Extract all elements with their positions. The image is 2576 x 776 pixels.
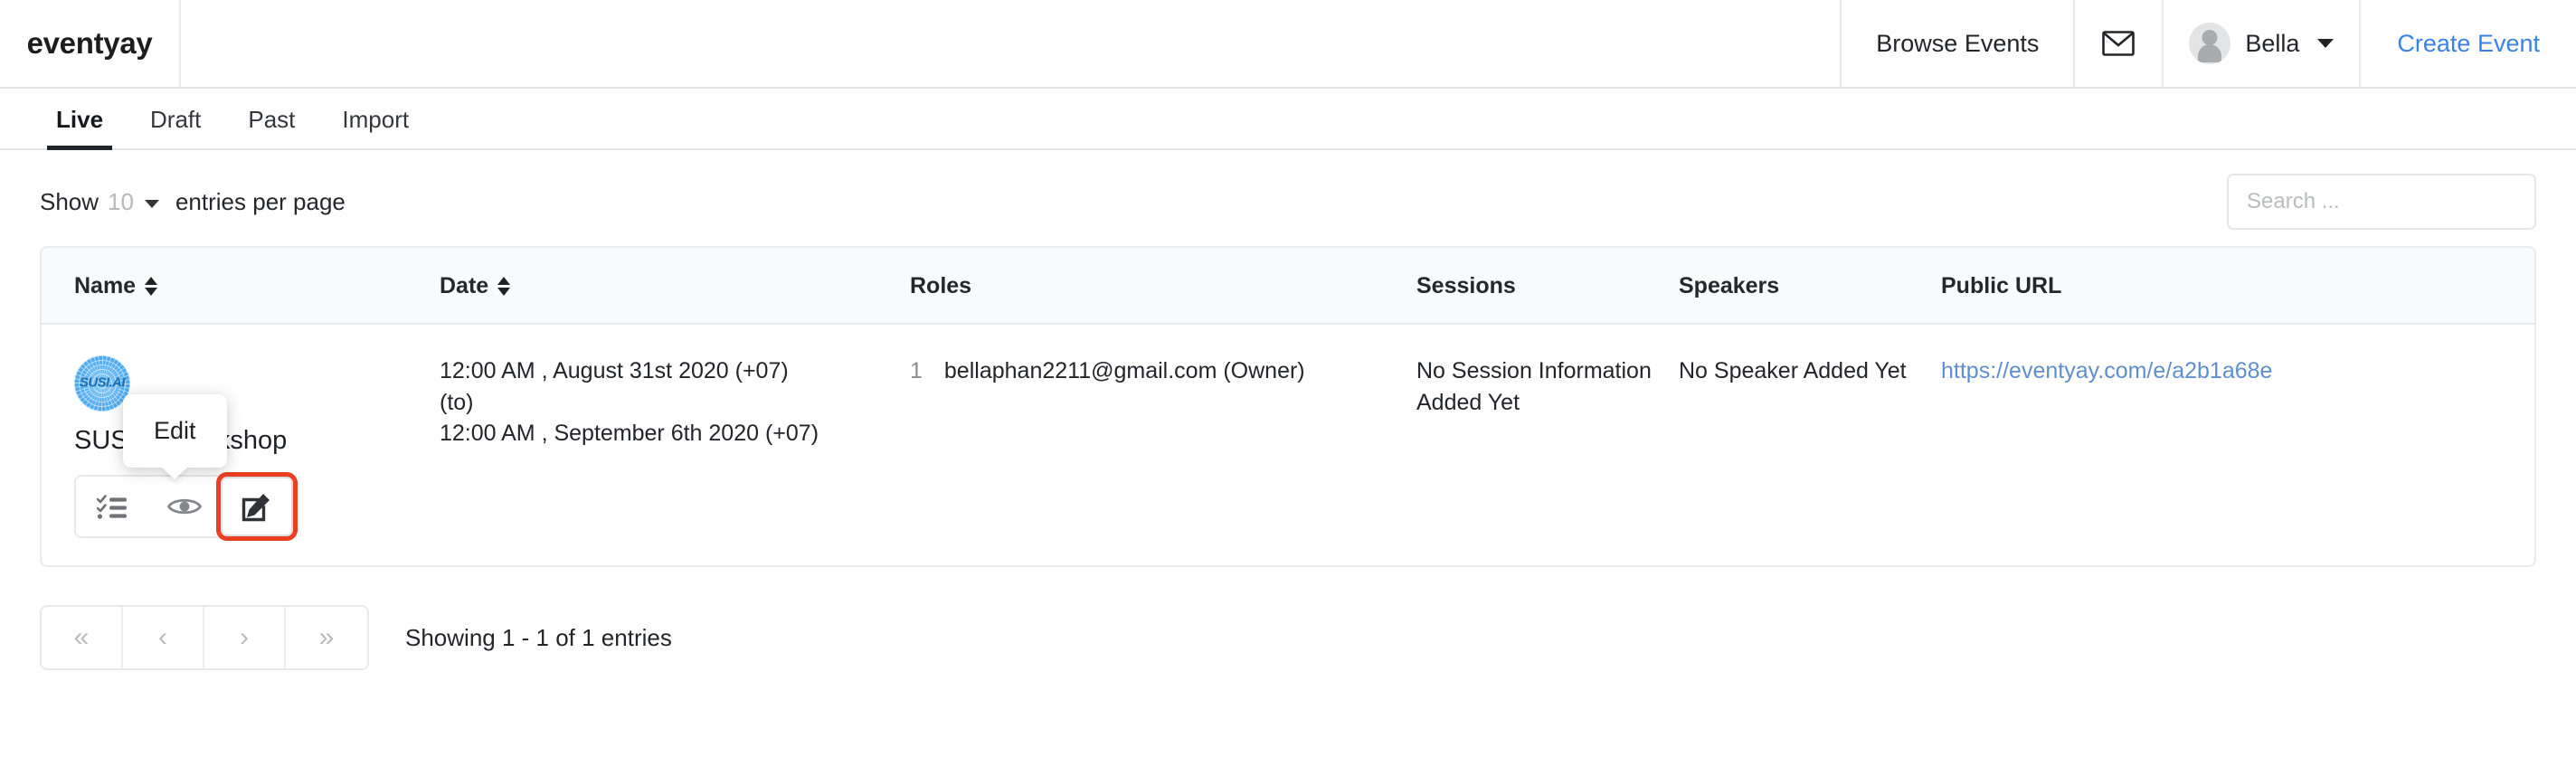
table-row: SUSI.AI SUSI.AI workshop Edit 12:00 AM ,… [42, 324, 2534, 565]
cell-roles: 1 bellaphan2211@gmail.com (Owner) [910, 324, 1416, 565]
entries-per-page-control[interactable]: Show 10 entries per page [40, 188, 346, 216]
roles-count: 1 [910, 358, 923, 383]
pagination-next-button[interactable]: › [204, 607, 286, 669]
table-head: Name Date Roles Sessions Speakers Public… [42, 248, 2534, 325]
sessions-button[interactable] [76, 477, 148, 537]
nav-user-name: Bella [2245, 29, 2300, 57]
nav-messages[interactable] [2073, 0, 2162, 87]
table-header-row: Name Date Roles Sessions Speakers Public… [42, 248, 2534, 325]
event-logo-text: SUSI.AI [80, 374, 126, 391]
search-input[interactable] [2247, 189, 2527, 214]
edit-icon [242, 494, 270, 522]
column-header-public-url: Public URL [1941, 248, 2534, 325]
table-footer: « ‹ › » Showing 1 - 1 of 1 entries [0, 567, 2576, 671]
tab-past[interactable]: Past [224, 106, 318, 148]
chevron-down-icon[interactable] [144, 199, 159, 208]
show-label: Show [40, 187, 99, 215]
nav-user-menu[interactable]: Bella [2162, 0, 2359, 87]
top-navbar: eventyay Browse Events Bella Create Even… [0, 0, 2576, 89]
column-header-speakers: Speakers [1679, 248, 1941, 325]
column-header-date-label: Date [440, 273, 489, 298]
tab-import[interactable]: Import [318, 106, 432, 148]
cell-speakers: No Speaker Added Yet [1679, 358, 1907, 383]
entries-suffix-label: entries per page [175, 187, 346, 215]
nav-create-event-label: Create Event [2397, 29, 2540, 57]
navbar-spacer [181, 0, 1840, 87]
pagination-prev-button[interactable]: ‹ [123, 607, 204, 669]
table-body: SUSI.AI SUSI.AI workshop Edit 12:00 AM ,… [42, 324, 2534, 565]
showing-entries-text: Showing 1 - 1 of 1 entries [405, 623, 672, 651]
pagination-first-button[interactable]: « [42, 607, 123, 669]
event-action-buttons: Edit [74, 393, 298, 542]
edit-button[interactable] [216, 472, 298, 542]
tab-live[interactable]: Live [33, 106, 127, 150]
event-date-start: 12:00 AM , August 31st 2020 (+07) [440, 358, 789, 383]
event-status-tabs: Live Draft Past Import [0, 89, 2576, 150]
sort-icon[interactable] [145, 277, 158, 296]
nav-browse-events[interactable]: Browse Events [1840, 0, 2073, 87]
events-table-container: Name Date Roles Sessions Speakers Public… [40, 246, 2536, 568]
events-table: Name Date Roles Sessions Speakers Public… [42, 248, 2534, 565]
column-header-name-label: Name [74, 273, 137, 298]
tab-draft[interactable]: Draft [127, 106, 224, 148]
table-controls: Show 10 entries per page [0, 150, 2576, 230]
column-header-roles: Roles [910, 248, 1416, 325]
edit-tooltip-label: Edit [154, 416, 196, 444]
brand-cell: eventyay [0, 0, 181, 87]
sort-icon[interactable] [497, 277, 511, 296]
entries-per-page-value[interactable]: 10 [108, 188, 134, 216]
nav-create-event[interactable]: Create Event [2359, 0, 2576, 87]
nav-browse-events-label: Browse Events [1876, 29, 2040, 57]
cell-name: SUSI.AI SUSI.AI workshop Edit [42, 324, 440, 565]
chevron-down-icon [2317, 39, 2334, 48]
event-date-end: 12:00 AM , September 6th 2020 (+07) [440, 421, 819, 446]
column-header-date[interactable]: Date [440, 248, 910, 325]
edit-tooltip: Edit [123, 393, 227, 468]
envelope-icon [2102, 31, 2136, 56]
view-button[interactable] [148, 477, 221, 537]
checklist-icon [97, 495, 127, 519]
pagination: « ‹ › » [40, 605, 369, 671]
brand-logo[interactable]: eventyay [27, 26, 153, 61]
cell-sessions: No Session Information Added Yet [1416, 358, 1652, 415]
public-url-link[interactable]: https://eventyay.com/e/a2b1a68e [1941, 358, 2272, 383]
event-name-cell: SUSI.AI SUSI.AI workshop Edit [74, 355, 440, 542]
cell-date: 12:00 AM , August 31st 2020 (+07) (to) 1… [440, 324, 910, 565]
cell-public-url: https://eventyay.com/e/a2b1a68e [1941, 324, 2534, 565]
eye-icon [167, 498, 202, 515]
roles-value: bellaphan2211@gmail.com (Owner) [943, 358, 1305, 383]
avatar [2189, 23, 2231, 64]
event-date-separator: (to) [440, 389, 474, 415]
search-box[interactable] [2227, 174, 2536, 230]
event-logo: SUSI.AI [74, 355, 130, 412]
pagination-last-button[interactable]: » [286, 607, 367, 669]
column-header-sessions: Sessions [1416, 248, 1679, 325]
column-header-name[interactable]: Name [42, 248, 440, 325]
